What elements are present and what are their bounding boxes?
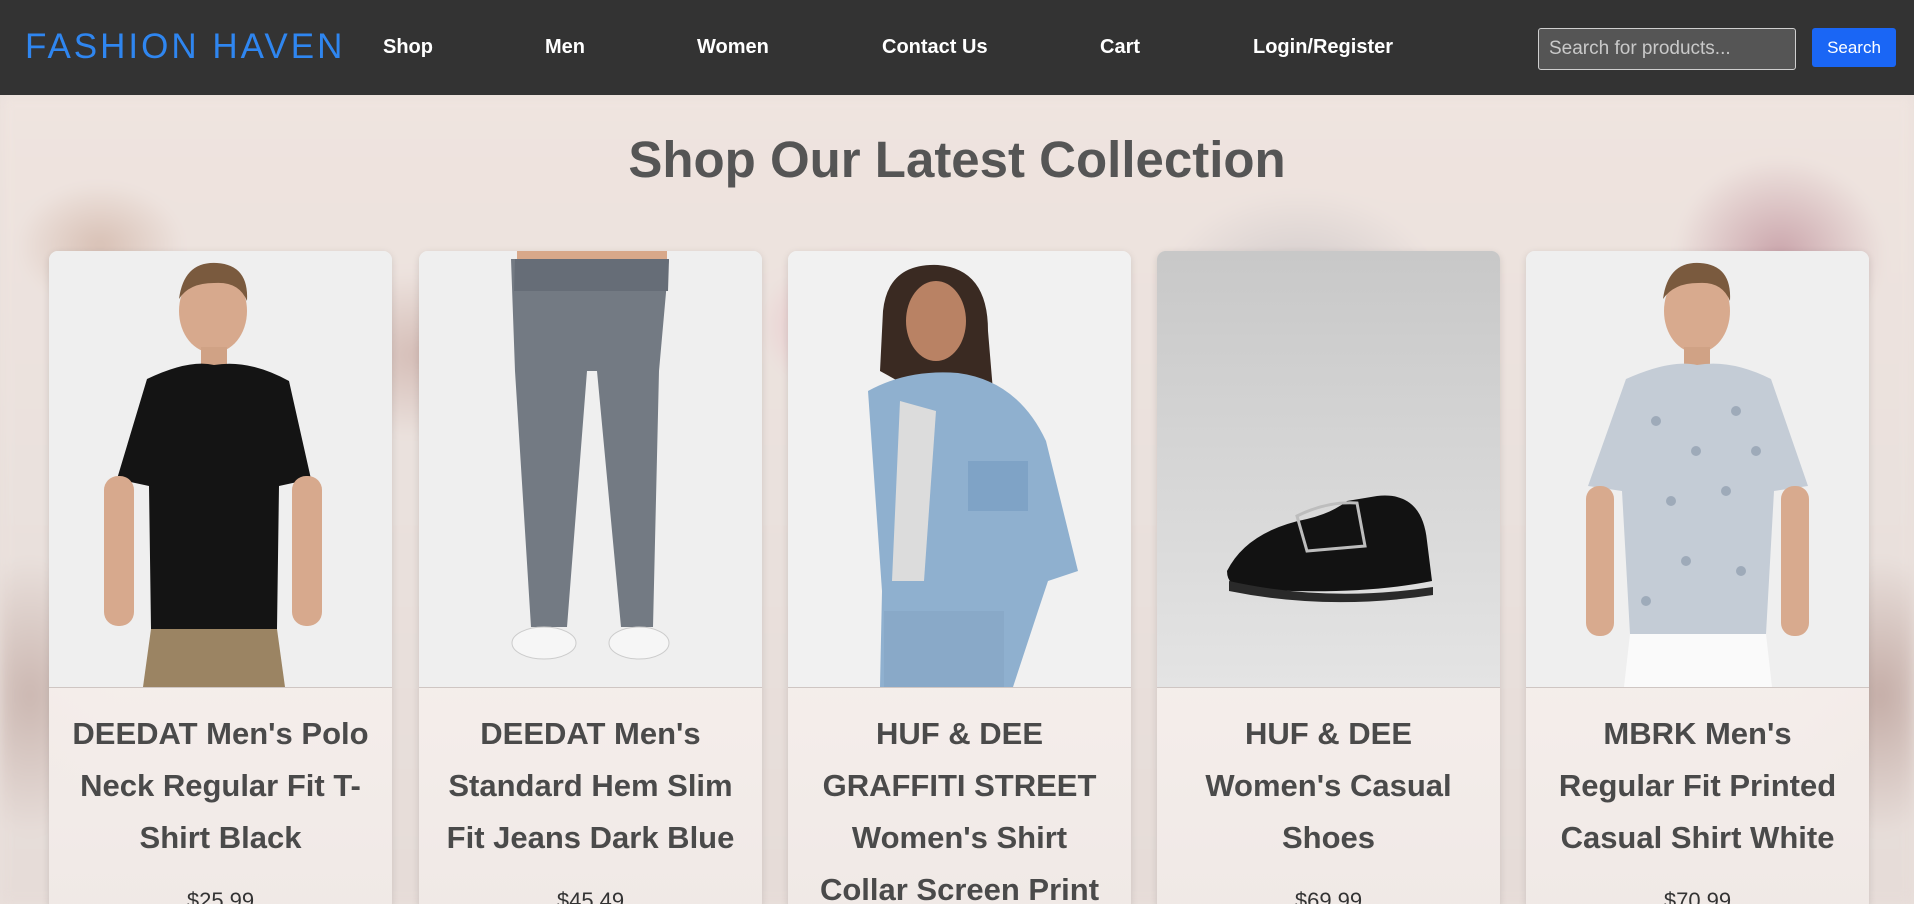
nav-link-contact-us[interactable]: Contact Us bbox=[882, 35, 988, 59]
nav-link-login-register[interactable]: Login/Register bbox=[1253, 35, 1393, 59]
product-title[interactable]: HUF & DEE Women's Casual Shoes bbox=[1175, 708, 1482, 864]
brand-logo[interactable]: FASHION HAVEN bbox=[25, 26, 345, 68]
black-sneaker-icon bbox=[1157, 251, 1500, 687]
product-info: MBRK Men's Regular Fit Printed Casual Sh… bbox=[1526, 688, 1869, 904]
grey-jeans-icon bbox=[419, 251, 762, 687]
product-image-polo[interactable] bbox=[49, 251, 392, 688]
man-printed-shirt-icon bbox=[1526, 251, 1869, 687]
section-title: Shop Our Latest Collection bbox=[628, 131, 1286, 188]
search-input[interactable] bbox=[1538, 28, 1796, 70]
product-card[interactable]: HUF & DEE Women's Casual Shoes $69.99 bbox=[1157, 251, 1500, 904]
product-image-printed-shirt[interactable] bbox=[1526, 251, 1869, 688]
product-price: $45.49 bbox=[556, 888, 625, 904]
product-price: $70.99 bbox=[1663, 888, 1732, 904]
nav-link-women[interactable]: Women bbox=[697, 35, 769, 59]
product-image-jeans[interactable] bbox=[419, 251, 762, 688]
top-navbar: FASHION HAVEN Shop Men Women Contact Us … bbox=[0, 0, 1914, 95]
product-card[interactable]: HUF & DEE GRAFFITI STREET Women's Shirt … bbox=[788, 251, 1131, 904]
product-title[interactable]: DEEDAT Men's Standard Hem Slim Fit Jeans… bbox=[437, 708, 744, 864]
man-black-polo-icon bbox=[49, 251, 392, 687]
nav-link-shop[interactable]: Shop bbox=[383, 35, 433, 59]
product-title[interactable]: MBRK Men's Regular Fit Printed Casual Sh… bbox=[1544, 708, 1851, 864]
product-info: HUF & DEE Women's Casual Shoes $69.99 bbox=[1157, 688, 1500, 904]
product-info: DEEDAT Men's Standard Hem Slim Fit Jeans… bbox=[419, 688, 762, 904]
product-image-denim-jacket[interactable] bbox=[788, 251, 1131, 688]
nav-link-men[interactable]: Men bbox=[545, 35, 585, 59]
nav-link-cart[interactable]: Cart bbox=[1100, 35, 1140, 59]
product-title[interactable]: HUF & DEE GRAFFITI STREET Women's Shirt … bbox=[806, 708, 1113, 904]
woman-denim-jacket-icon bbox=[788, 251, 1131, 687]
product-card[interactable]: DEEDAT Men's Standard Hem Slim Fit Jeans… bbox=[419, 251, 762, 904]
product-price: $25.99 bbox=[186, 888, 255, 904]
product-info: HUF & DEE GRAFFITI STREET Women's Shirt … bbox=[788, 688, 1131, 904]
product-price: $69.99 bbox=[1294, 888, 1363, 904]
product-image-sneaker[interactable] bbox=[1157, 251, 1500, 688]
product-title[interactable]: DEEDAT Men's Polo Neck Regular Fit T-Shi… bbox=[67, 708, 374, 864]
search-button[interactable]: Search bbox=[1812, 28, 1896, 67]
product-card[interactable]: MBRK Men's Regular Fit Printed Casual Sh… bbox=[1526, 251, 1869, 904]
product-card[interactable]: DEEDAT Men's Polo Neck Regular Fit T-Shi… bbox=[49, 251, 392, 904]
product-info: DEEDAT Men's Polo Neck Regular Fit T-Shi… bbox=[49, 688, 392, 904]
